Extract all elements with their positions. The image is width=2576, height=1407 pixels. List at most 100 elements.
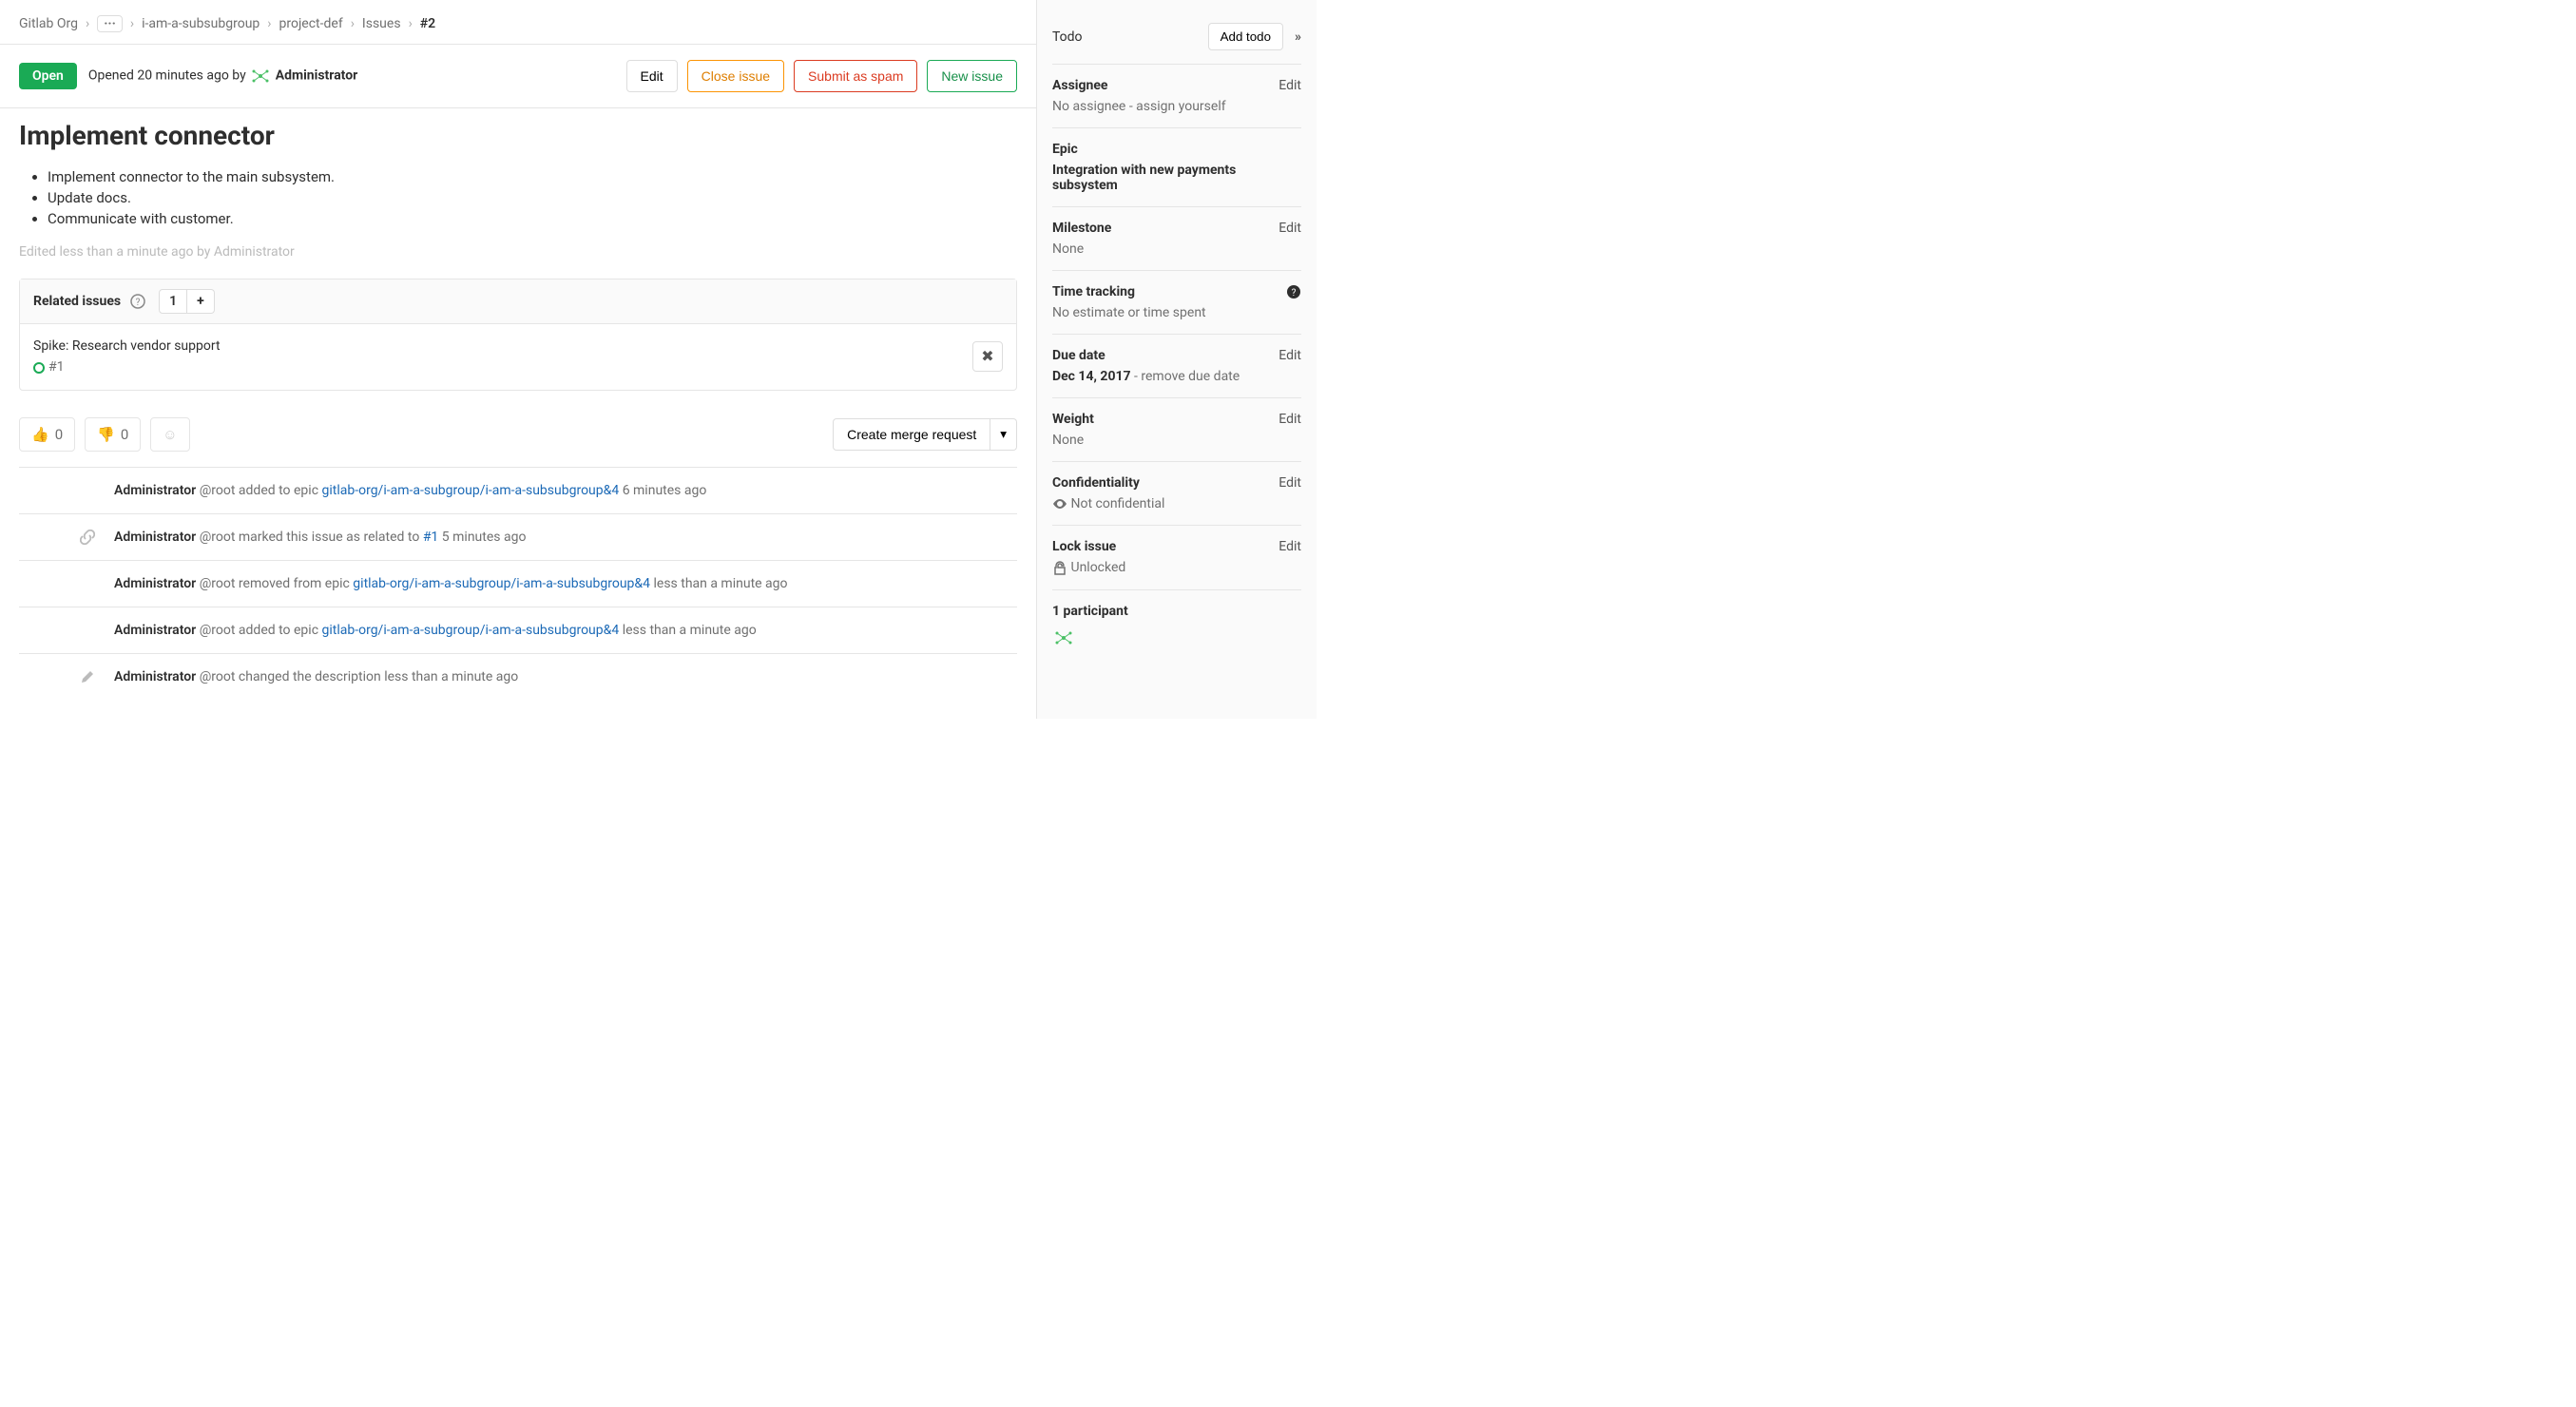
milestone-label: Milestone bbox=[1052, 221, 1111, 236]
related-item[interactable]: Spike: Research vendor support #1 bbox=[33, 336, 221, 378]
participant-avatar[interactable] bbox=[1052, 626, 1301, 653]
svg-text:?: ? bbox=[136, 298, 141, 308]
breadcrumb: Gitlab Org › ··· › i-am-a-subsubgroup › … bbox=[19, 10, 1017, 44]
confidentiality-value: Not confidential bbox=[1070, 496, 1164, 511]
milestone-value: None bbox=[1052, 241, 1301, 257]
reactions-row: 👍0 👎0 ☺ Create merge request ▾ bbox=[19, 417, 1017, 467]
sidebar: Todo Add todo » Assignee Edit No assigne… bbox=[1036, 0, 1317, 719]
submit-spam-button[interactable]: Submit as spam bbox=[794, 60, 917, 92]
weight-label: Weight bbox=[1052, 412, 1094, 427]
header-actions: Edit Close issue Submit as spam New issu… bbox=[626, 60, 1017, 92]
opened-info: Opened 20 minutes ago by Administrator bbox=[88, 65, 357, 87]
chevron-right-icon: › bbox=[130, 16, 134, 31]
divider bbox=[0, 107, 1036, 108]
thumbs-up-icon: 👍 bbox=[31, 426, 49, 443]
avatar bbox=[249, 65, 272, 87]
activity-author[interactable]: Administrator bbox=[114, 669, 196, 684]
confidentiality-edit[interactable]: Edit bbox=[1278, 475, 1301, 491]
breadcrumb-issues[interactable]: Issues bbox=[362, 16, 401, 31]
breadcrumb-project[interactable]: project-def bbox=[279, 16, 343, 31]
weight-edit[interactable]: Edit bbox=[1278, 412, 1301, 427]
chevron-right-icon: › bbox=[351, 16, 355, 31]
assignee-label: Assignee bbox=[1052, 78, 1107, 93]
activity-link[interactable]: #1 bbox=[423, 530, 439, 545]
related-item-ref: #1 bbox=[48, 359, 65, 375]
thumbs-down-icon: 👎 bbox=[97, 426, 115, 443]
desc-bullet: Implement connector to the main subsyste… bbox=[48, 168, 1017, 185]
breadcrumb-issue-ref: #2 bbox=[420, 16, 435, 31]
activity-list: Administrator @root added to epic gitlab… bbox=[19, 467, 1017, 700]
activity-link[interactable]: gitlab-org/i-am-a-subgroup/i-am-a-subsub… bbox=[322, 623, 620, 638]
issue-description: Implement connector to the main subsyste… bbox=[19, 168, 1017, 227]
new-issue-button[interactable]: New issue bbox=[927, 60, 1017, 92]
desc-bullet: Update docs. bbox=[48, 189, 1017, 206]
related-issues-title: Related issues bbox=[33, 294, 121, 309]
lock-label: Lock issue bbox=[1052, 539, 1116, 554]
add-reaction-button[interactable]: ☺ bbox=[150, 417, 189, 452]
author-name[interactable]: Administrator bbox=[276, 68, 358, 84]
help-icon[interactable]: ? bbox=[1286, 284, 1301, 299]
activity-author[interactable]: Administrator bbox=[114, 530, 196, 545]
unlock-icon bbox=[1052, 561, 1067, 576]
chevron-right-icon: › bbox=[267, 16, 271, 31]
add-todo-button[interactable]: Add todo bbox=[1208, 23, 1283, 50]
activity-author[interactable]: Administrator bbox=[114, 483, 196, 498]
chevron-right-icon: › bbox=[409, 16, 413, 31]
smiley-icon: ☺ bbox=[163, 426, 177, 443]
edit-button[interactable]: Edit bbox=[626, 60, 678, 92]
svg-text:?: ? bbox=[1292, 288, 1297, 299]
thumbs-down-button[interactable]: 👎0 bbox=[85, 417, 141, 452]
related-issues-box: Related issues ? 1 + Spike: Research ven… bbox=[19, 279, 1017, 391]
epic-label: Epic bbox=[1052, 142, 1078, 157]
lock-edit[interactable]: Edit bbox=[1278, 539, 1301, 554]
due-date-label: Due date bbox=[1052, 348, 1105, 363]
activity-item: Administrator @root added to epic gitlab… bbox=[19, 607, 1017, 654]
related-item-title: Spike: Research vendor support bbox=[33, 336, 221, 357]
open-status-icon bbox=[33, 362, 45, 374]
confidentiality-label: Confidentiality bbox=[1052, 475, 1140, 491]
breadcrumb-org[interactable]: Gitlab Org bbox=[19, 16, 78, 31]
desc-bullet: Communicate with customer. bbox=[48, 210, 1017, 227]
activity-item: Administrator @root changed the descript… bbox=[19, 654, 1017, 700]
remove-due-date-link[interactable]: - remove due date bbox=[1131, 369, 1240, 384]
weight-value: None bbox=[1052, 433, 1301, 448]
chevron-right-icon: › bbox=[86, 16, 89, 31]
epic-value[interactable]: Integration with new payments subsystem bbox=[1052, 163, 1301, 193]
collapse-sidebar-icon[interactable]: » bbox=[1295, 29, 1301, 45]
add-related-button[interactable]: + bbox=[187, 289, 215, 314]
mr-dropdown-caret[interactable]: ▾ bbox=[990, 418, 1017, 451]
create-merge-request-button[interactable]: Create merge request bbox=[833, 418, 990, 451]
eye-icon bbox=[1052, 496, 1067, 511]
breadcrumb-subsubgroup[interactable]: i-am-a-subsubgroup bbox=[142, 16, 260, 31]
status-badge: Open bbox=[19, 63, 77, 89]
related-count: 1 bbox=[159, 289, 187, 314]
help-icon[interactable]: ? bbox=[130, 294, 145, 309]
close-issue-button[interactable]: Close issue bbox=[687, 60, 784, 92]
edited-note: Edited less than a minute ago by Adminis… bbox=[19, 244, 1017, 260]
activity-item: Administrator @root marked this issue as… bbox=[19, 514, 1017, 561]
activity-author[interactable]: Administrator bbox=[114, 576, 196, 591]
remove-related-button[interactable]: ✖ bbox=[972, 341, 1003, 372]
activity-item: Administrator @root removed from epic gi… bbox=[19, 561, 1017, 607]
assignee-edit[interactable]: Edit bbox=[1278, 78, 1301, 93]
milestone-edit[interactable]: Edit bbox=[1278, 221, 1301, 236]
activity-author[interactable]: Administrator bbox=[114, 623, 196, 638]
link-icon bbox=[80, 530, 95, 545]
activity-link[interactable]: gitlab-org/i-am-a-subgroup/i-am-a-subsub… bbox=[322, 483, 620, 498]
pencil-icon bbox=[80, 669, 95, 684]
time-tracking-value: No estimate or time spent bbox=[1052, 305, 1301, 320]
time-tracking-label: Time tracking bbox=[1052, 284, 1135, 299]
main-content: Gitlab Org › ··· › i-am-a-subsubgroup › … bbox=[0, 0, 1036, 719]
caret-down-icon: ▾ bbox=[1000, 427, 1007, 441]
issue-title: Implement connector bbox=[19, 120, 1017, 151]
assign-yourself-link[interactable]: assign yourself bbox=[1136, 99, 1225, 114]
activity-link[interactable]: gitlab-org/i-am-a-subgroup/i-am-a-subsub… bbox=[353, 576, 650, 591]
due-date-value: Dec 14, 2017 bbox=[1052, 369, 1131, 384]
due-date-edit[interactable]: Edit bbox=[1278, 348, 1301, 363]
issue-header: Open Opened 20 minutes ago by Administra… bbox=[19, 45, 1017, 107]
activity-item: Administrator @root added to epic gitlab… bbox=[19, 468, 1017, 514]
breadcrumb-ellipsis[interactable]: ··· bbox=[97, 15, 123, 32]
lock-value: Unlocked bbox=[1070, 560, 1125, 575]
participants-label: 1 participant bbox=[1052, 604, 1301, 619]
thumbs-up-button[interactable]: 👍0 bbox=[19, 417, 75, 452]
